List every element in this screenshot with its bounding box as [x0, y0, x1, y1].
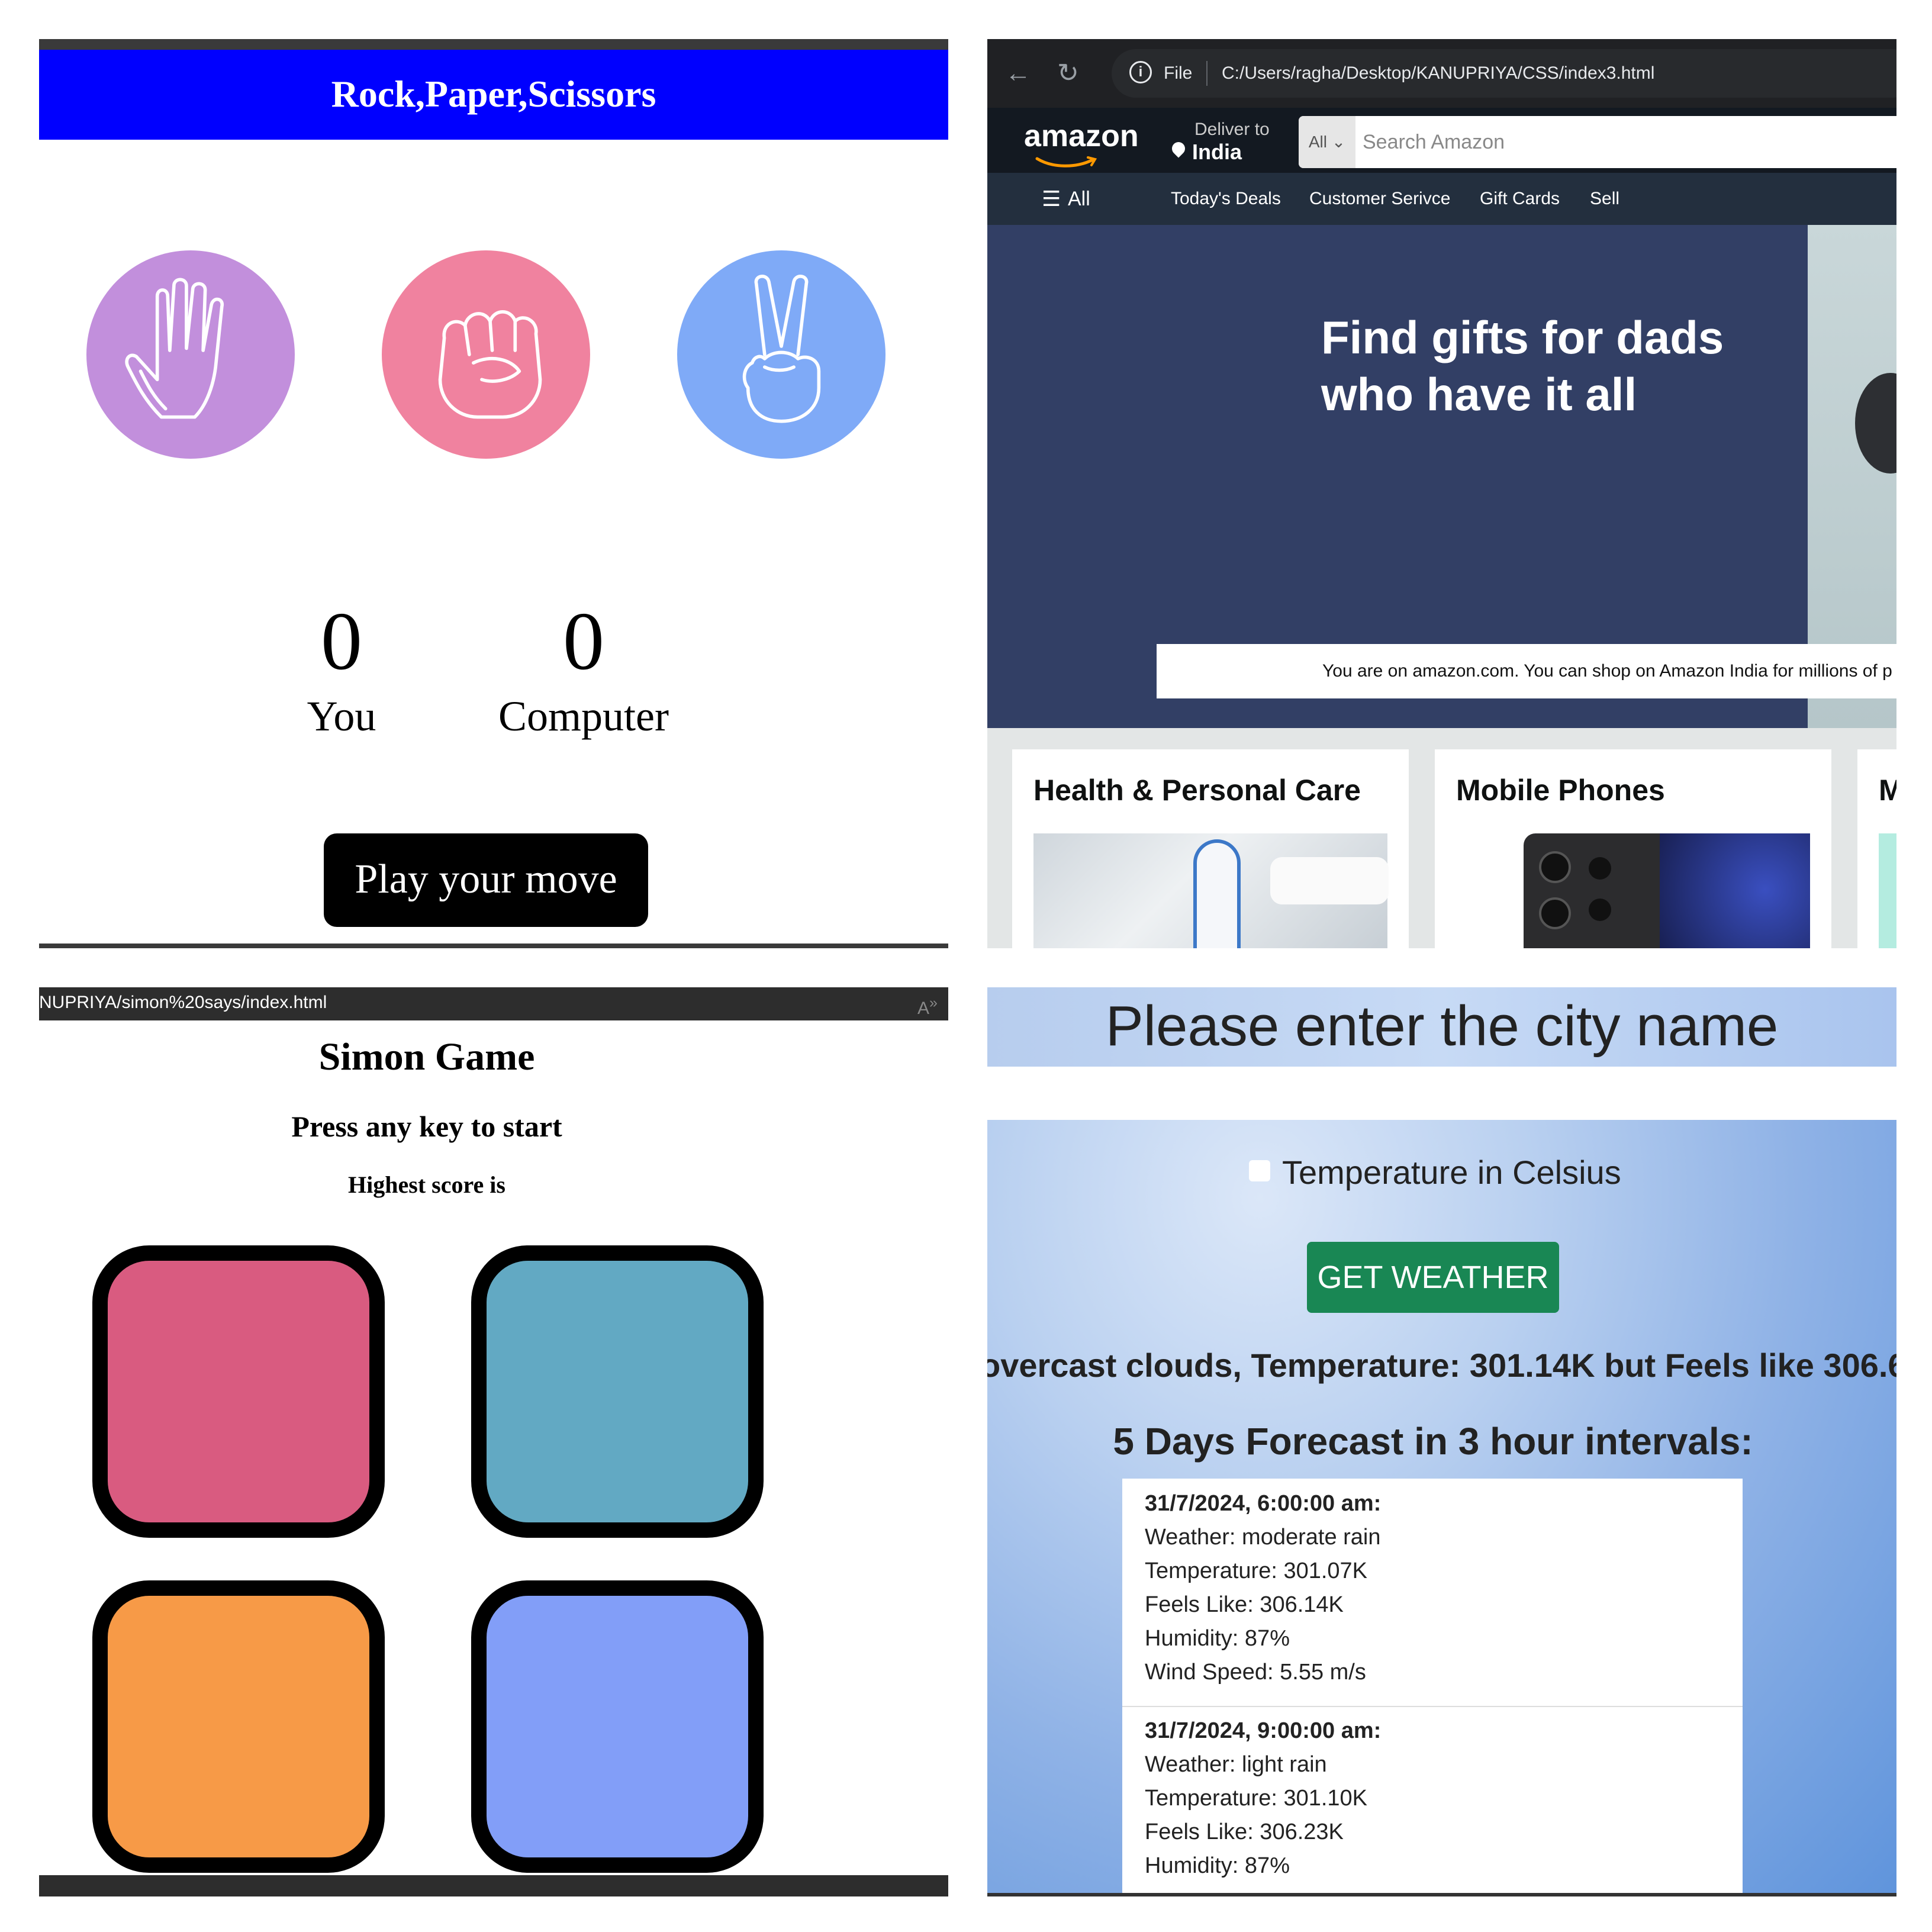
hand-icon [125, 278, 224, 419]
celsius-checkbox[interactable] [1249, 1160, 1270, 1181]
menu-hamburger-icon[interactable]: ☰ [1042, 173, 1061, 225]
region-notice: You are on amazon.com. You can shop on A… [1157, 644, 1896, 698]
back-arrow-icon[interactable]: ← [1005, 39, 1031, 108]
nav-gift-cards[interactable]: Gift Cards [1480, 173, 1560, 225]
amazon-logo[interactable]: amazon [1024, 118, 1139, 154]
forecast-humidity: Humidity: 87% [1145, 1853, 1290, 1878]
forecast-date: 31/7/2024, 9:00:00 am: [1145, 1718, 1382, 1743]
high-score-label: Highest score is [348, 1171, 505, 1198]
address-divider [1206, 61, 1208, 86]
search-box[interactable]: All ⌄ Search Amazon [1299, 116, 1896, 168]
taskbar [39, 1875, 948, 1896]
nav-customer-service[interactable]: Customer Serivce [1309, 173, 1450, 225]
nav-todays-deals[interactable]: Today's Deals [1171, 173, 1281, 225]
file-label: File [1164, 63, 1193, 83]
forecast-list: 31/7/2024, 6:00:00 am: Weather: moderate… [1122, 1479, 1743, 1896]
simon-panel: NUPRIYA/simon%20says/index.html A» Simon… [39, 987, 948, 1896]
forecast-weather: Weather: light rain [1145, 1752, 1327, 1777]
card-title: Health & Personal Care [1033, 774, 1361, 807]
simon-pad-red[interactable] [92, 1245, 385, 1538]
category-card-mobile[interactable]: Mobile Phones [1435, 749, 1831, 948]
window-top-bar [39, 39, 948, 50]
amazon-panel: ← ↻ i File C:/Users/ragha/Desktop/KANUPR… [987, 39, 1896, 948]
phone-back-image [1524, 833, 1660, 948]
forecast-wind: Wind Speed: 5.55 m/s [1145, 1660, 1366, 1685]
nav-sell[interactable]: Sell [1590, 173, 1619, 225]
read-aloud-icon[interactable]: A» [917, 987, 938, 1024]
game-title: Simon Game [318, 1035, 535, 1078]
nav-all[interactable]: All [1068, 173, 1090, 225]
camera-lens-icon [1589, 899, 1611, 921]
info-icon[interactable]: i [1129, 61, 1152, 83]
user-score-block: 0 You [294, 600, 389, 740]
forecast-date: 31/7/2024, 6:00:00 am: [1145, 1491, 1382, 1516]
chevron-down-icon: ⌄ [1331, 133, 1346, 151]
celsius-label: Temperature in Celsius [1282, 1154, 1621, 1191]
card-image [1879, 833, 1896, 948]
forecast-feels-like: Feels Like: 306.23K [1145, 1820, 1344, 1844]
peace-sign-icon [742, 275, 821, 423]
razor-image [1193, 839, 1241, 948]
simon-pad-blue[interactable] [471, 1245, 764, 1538]
forecast-feels-like: Feels Like: 306.14K [1145, 1592, 1344, 1617]
message-box: Play your move [324, 833, 648, 927]
url-text: NUPRIYA/simon%20says/index.html [39, 993, 327, 1012]
reload-icon[interactable]: ↻ [1057, 39, 1079, 108]
amazon-smile-icon [1035, 156, 1097, 168]
deliver-to-label: Deliver to [1194, 120, 1270, 139]
forecast-item: 31/7/2024, 6:00:00 am: Weather: moderate… [1122, 1487, 1743, 1689]
deliver-location[interactable]: India [1192, 140, 1242, 165]
city-prompt: Please enter the city name [1105, 994, 1779, 1058]
current-weather: overcast clouds, Temperature: 301.14K bu… [987, 1347, 1896, 1384]
url-text: C:/Users/ragha/Desktop/KANUPRIYA/CSS/ind… [1222, 63, 1655, 83]
search-input[interactable]: Search Amazon [1363, 116, 1505, 168]
forecast-humidity: Humidity: 87% [1145, 1626, 1290, 1651]
simon-pad-orange[interactable] [92, 1580, 385, 1873]
forecast-item: 31/7/2024, 9:00:00 am: Weather: light ra… [1122, 1714, 1743, 1883]
rps-title: Rock,Paper,Scissors [39, 50, 948, 140]
browser-toolbar: ← ↻ i File C:/Users/ragha/Desktop/KANUPR… [987, 39, 1896, 108]
city-header: Please enter the city name [987, 987, 1896, 1067]
forecast-temperature: Temperature: 301.07K [1145, 1559, 1368, 1583]
computer-score: 0 [563, 595, 604, 687]
hero-title: Find gifts for dads who have it all [1321, 311, 1724, 420]
scissors-choice-button[interactable] [677, 250, 886, 459]
get-weather-button[interactable]: GET WEATHER [1307, 1242, 1559, 1313]
camera-lens-icon [1539, 851, 1571, 883]
category-card-partial[interactable]: M [1857, 749, 1896, 948]
location-pin-icon [1169, 139, 1188, 158]
bottom-divider [39, 944, 948, 948]
tube-image [1270, 857, 1389, 904]
category-card-health[interactable]: Health & Personal Care [1012, 749, 1409, 948]
forecast-divider [1122, 1706, 1743, 1707]
rps-panel: Rock,Paper,Scissors 0 You 0 Computer Pla… [39, 39, 948, 948]
simon-pad-purple[interactable] [471, 1580, 764, 1873]
camera-lens-icon [1589, 857, 1611, 880]
amazon-top-nav: amazon Deliver to India All ⌄ Search Ama… [987, 108, 1896, 173]
card-title: Mobile Phones [1456, 774, 1665, 807]
amazon-sub-nav: ☰ All Today's Deals Customer Serivce Gif… [987, 173, 1896, 225]
fist-icon [438, 310, 542, 419]
forecast-weather: Weather: moderate rain [1145, 1525, 1381, 1550]
address-bar[interactable]: i File C:/Users/ragha/Desktop/KANUPRIYA/… [1112, 49, 1896, 98]
forecast-title: 5 Days Forecast in 3 hour intervals: [1113, 1420, 1753, 1463]
search-category-label: All [1308, 133, 1327, 151]
user-score: 0 [321, 595, 362, 687]
computer-score-block: 0 Computer [465, 600, 702, 740]
rock-choice-button[interactable] [382, 250, 590, 459]
paper-choice-button[interactable] [86, 250, 295, 459]
phone-screen-image [1660, 833, 1810, 948]
bottom-border [987, 1893, 1896, 1896]
computer-label: Computer [498, 693, 669, 740]
card-title: M [1879, 774, 1896, 807]
game-status: Press any key to start [291, 1110, 562, 1143]
weather-panel: Please enter the city name Temperature i… [987, 987, 1896, 1896]
health-product-image [1033, 833, 1389, 948]
forecast-temperature: Temperature: 301.10K [1145, 1786, 1368, 1811]
browser-url-bar[interactable]: NUPRIYA/simon%20says/index.html A» [39, 987, 948, 1020]
search-category-select[interactable]: All ⌄ [1299, 116, 1355, 168]
earbud-image [1855, 373, 1896, 474]
camera-lens-icon [1539, 897, 1571, 929]
user-label: You [307, 693, 376, 740]
